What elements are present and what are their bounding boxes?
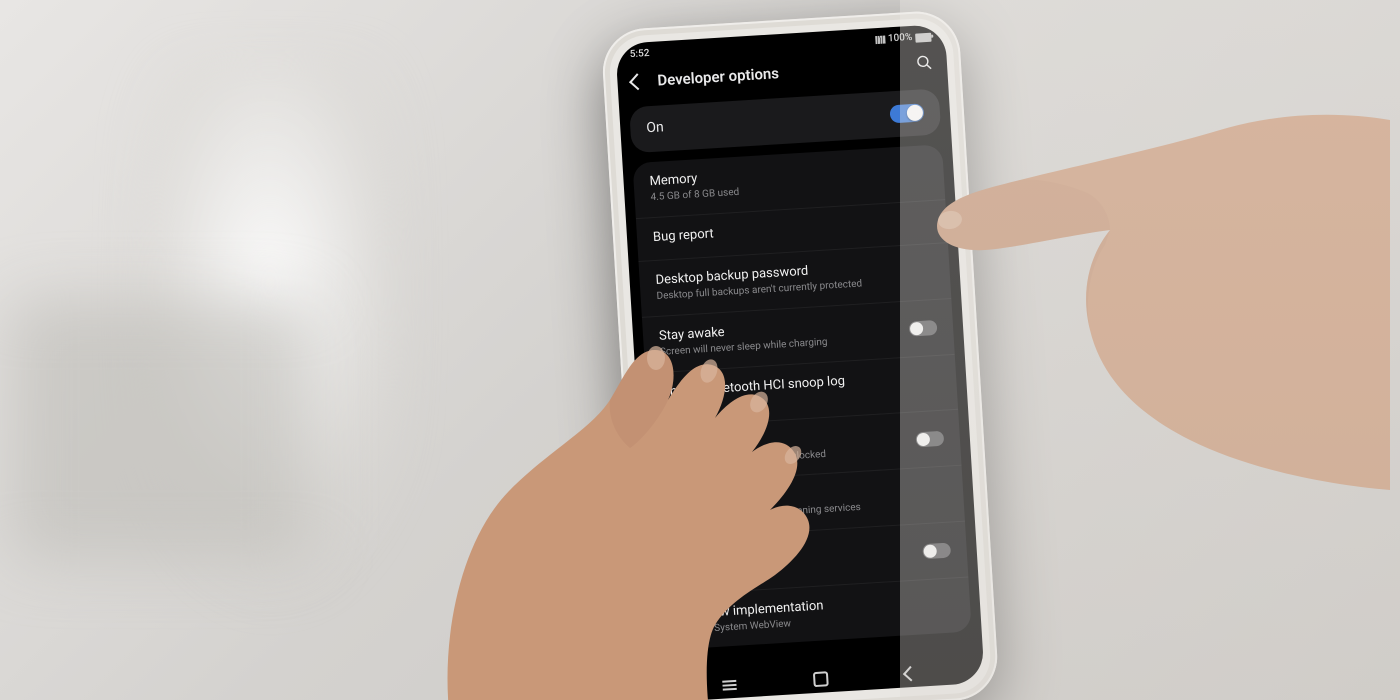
right-hand bbox=[930, 70, 1390, 510]
setting-title: Bug report bbox=[653, 213, 931, 246]
battery-icon bbox=[915, 32, 932, 42]
navigation-bar bbox=[654, 662, 984, 697]
phone-screen: 5:52 100% Developer options On Memory4.5… bbox=[615, 24, 985, 700]
phone-device: 5:52 100% Developer options On Memory4.5… bbox=[600, 9, 999, 700]
setting-toggle[interactable] bbox=[909, 320, 938, 337]
search-icon[interactable] bbox=[915, 53, 933, 76]
master-toggle[interactable] bbox=[889, 103, 924, 123]
signal-icon bbox=[875, 36, 885, 45]
nav-recent-icon[interactable] bbox=[723, 679, 738, 690]
nav-home-icon[interactable] bbox=[813, 671, 829, 687]
nav-back-icon[interactable] bbox=[903, 666, 919, 682]
setting-toggle[interactable] bbox=[922, 542, 951, 559]
back-icon[interactable] bbox=[629, 74, 646, 91]
page-title: Developer options bbox=[657, 57, 903, 91]
master-toggle-label: On bbox=[646, 120, 664, 139]
setting-toggle[interactable] bbox=[915, 431, 944, 448]
status-time: 5:52 bbox=[630, 48, 650, 62]
battery-percent: 100% bbox=[888, 32, 913, 46]
background-blur bbox=[10, 300, 310, 560]
status-indicators: 100% bbox=[875, 31, 932, 47]
photo-scene: 5:52 100% Developer options On Memory4.5… bbox=[0, 0, 1400, 700]
settings-list: Memory4.5 GB of 8 GB usedBug reportDeskt… bbox=[632, 144, 971, 650]
